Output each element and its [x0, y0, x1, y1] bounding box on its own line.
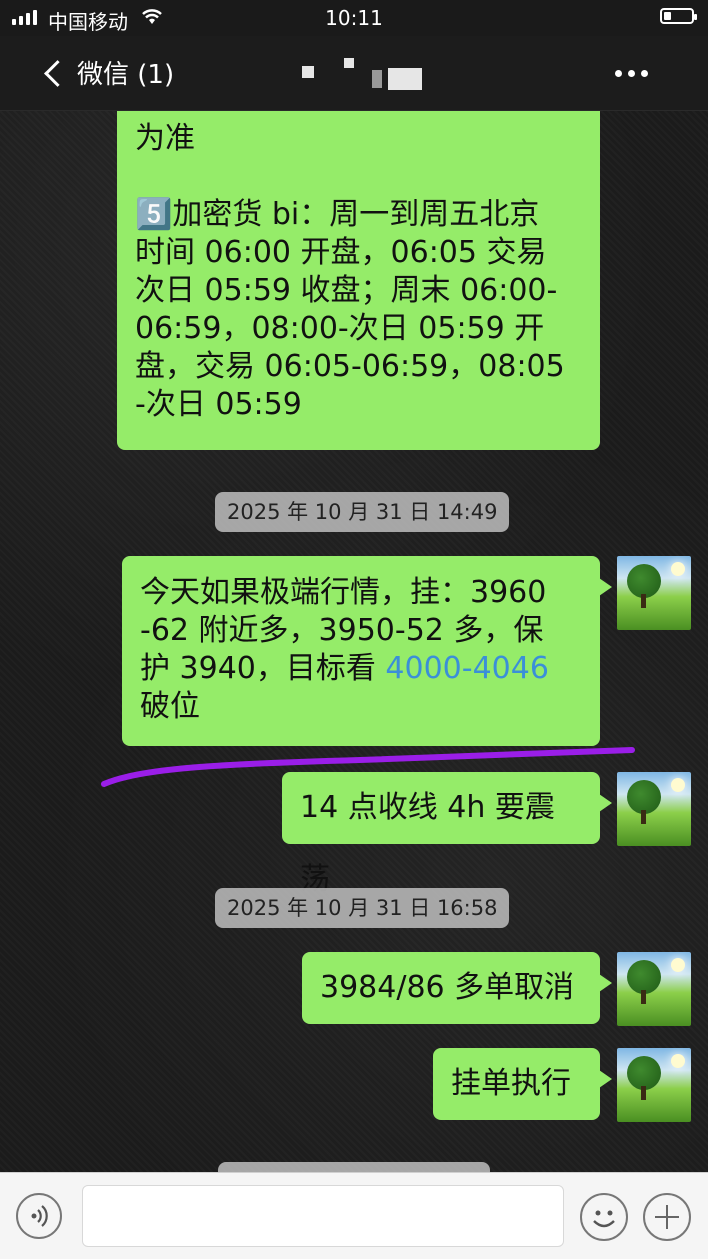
message-line: [135, 158, 582, 196]
message-line: 为准: [135, 121, 195, 156]
plus-button[interactable]: [643, 1193, 691, 1241]
timestamp: 2025 年 10 月 31 日 14:49: [215, 492, 510, 532]
message-bubble[interactable]: 14 点收线 4h 要震荡: [282, 772, 612, 897]
message-text: 护 3940，目标看: [140, 651, 386, 686]
message-line: 破位: [140, 689, 200, 724]
nav-bar-overlay: 微信 (1): [0, 36, 708, 110]
message-text: 挂单执行: [451, 1066, 571, 1101]
message-line: 次日 05:59 收盘；周末 06:00-: [135, 273, 558, 308]
battery-icon: [660, 8, 697, 24]
more-button[interactable]: [615, 70, 648, 77]
message-line: 护 3940，目标看 4000-4046: [140, 650, 582, 688]
emoji-icon: [593, 1210, 615, 1228]
clock: 10:11: [325, 6, 383, 30]
message-bubble[interactable]: 挂单执行: [433, 1048, 612, 1120]
message-text: 3984/86 多单取消: [320, 970, 575, 1005]
voice-button[interactable]: [16, 1193, 62, 1239]
price-link[interactable]: 4000-4046: [385, 651, 549, 686]
message-line: 5️⃣加密货 bi：周一到周五北京: [135, 197, 540, 232]
message-line: 06:59，08:00-次日 05:59 开: [135, 311, 545, 346]
message-bubble[interactable]: 3984/86 多单取消: [302, 952, 612, 1024]
message-line: 时间 06:00 开盘，06:05 交易: [135, 235, 547, 270]
message-line: -次日 05:59: [135, 387, 302, 422]
avatar[interactable]: [617, 1048, 691, 1122]
input-bar: [0, 1172, 708, 1259]
avatar[interactable]: [617, 556, 691, 630]
status-bar: 中国移动 10:11: [0, 0, 708, 36]
message-input[interactable]: [82, 1185, 564, 1247]
message-line: -62 附近多，3950-52 多，保: [140, 613, 544, 648]
back-label: 微信 (1): [77, 60, 175, 90]
timestamp: 2025 年 10 月 31 日 16:58: [215, 888, 510, 928]
chat-title-redacted: [292, 58, 432, 94]
message-bubble[interactable]: 为准 5️⃣加密货 bi：周一到周五北京 时间 06:00 开盘，06:05 交…: [117, 92, 600, 450]
message-line: 今天如果极端行情，挂：3960: [140, 575, 547, 610]
more-icon: [615, 70, 648, 77]
message-line: 盘，交易 06:05-06:59，08:05: [135, 349, 565, 384]
avatar[interactable]: [617, 772, 691, 846]
back-button[interactable]: 微信 (1): [44, 54, 175, 91]
emoji-button[interactable]: [580, 1193, 628, 1241]
avatar[interactable]: [617, 952, 691, 1026]
back-chevron-icon: [44, 60, 71, 87]
message-bubble[interactable]: 今天如果极端行情，挂：3960 -62 附近多，3950-52 多，保 护 39…: [122, 556, 612, 746]
voice-icon: [31, 1205, 48, 1227]
